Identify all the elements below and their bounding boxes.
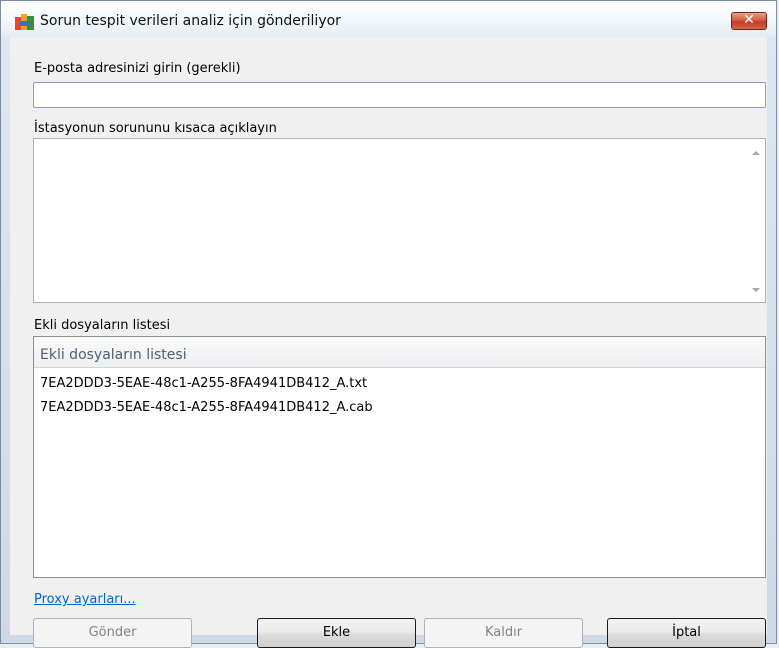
description-textarea[interactable] [33, 138, 766, 303]
scroll-up-arrow-icon[interactable] [752, 151, 760, 155]
list-item[interactable]: 7EA2DDD3-5EAE-48c1-A255-8FA4941DB412_A.t… [40, 376, 367, 391]
title-bar[interactable]: Sorun tespit verileri analiz için gönder… [1, 1, 776, 37]
email-field[interactable] [33, 82, 766, 108]
avg-logo-icon [15, 14, 35, 30]
attachments-column-header[interactable]: Ekli dosyaların listesi [34, 337, 765, 368]
dialog-window: Sorun tespit verileri analiz için gönder… [0, 0, 777, 648]
proxy-settings-link[interactable]: Proxy ayarları... [34, 592, 136, 607]
list-item[interactable]: 7EA2DDD3-5EAE-48c1-A255-8FA4941DB412_A.c… [40, 400, 373, 415]
description-scrollbar[interactable] [747, 139, 765, 302]
scroll-down-arrow-icon[interactable] [752, 288, 760, 292]
add-button[interactable]: Ekle [257, 618, 416, 648]
close-icon: ✕ [743, 12, 755, 28]
description-label: İstasyonun sorununu kısaca açıklayın [34, 121, 277, 136]
send-button[interactable]: Gönder [33, 618, 192, 648]
attachments-label: Ekli dosyaların listesi [34, 318, 171, 333]
attachments-list[interactable]: Ekli dosyaların listesi 7EA2DDD3-5EAE-48… [33, 336, 766, 578]
remove-button[interactable]: Kaldır [424, 618, 583, 648]
window-title: Sorun tespit verileri analiz için gönder… [40, 13, 341, 29]
cancel-button[interactable]: İptal [607, 618, 766, 648]
email-label: E-posta adresinizi girin (gerekli) [34, 61, 241, 76]
dialog-content: E-posta adresinizi girin (gerekli) İstas… [10, 37, 767, 648]
close-button[interactable]: ✕ [731, 12, 767, 30]
